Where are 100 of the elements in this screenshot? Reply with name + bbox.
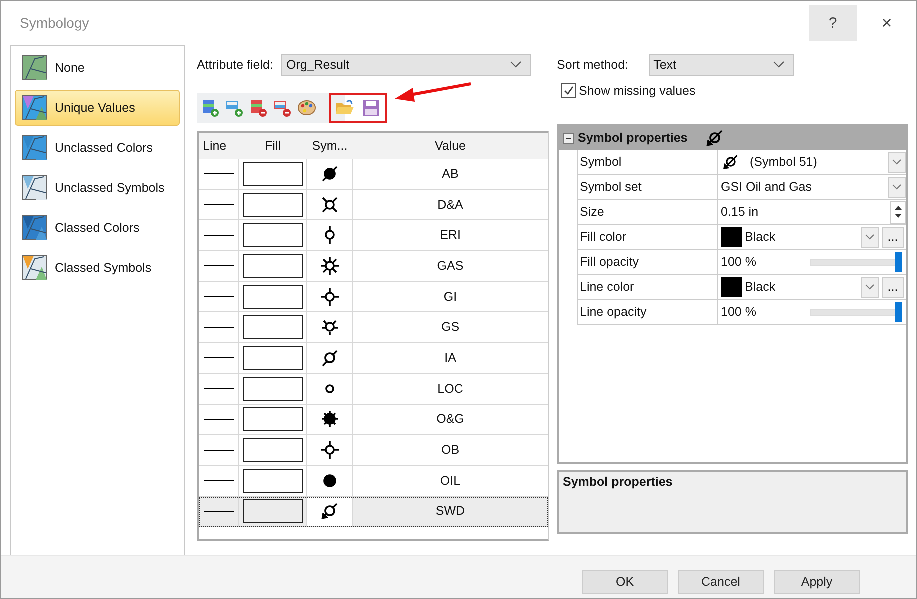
category-title: Symbol properties [578,131,688,145]
property-value: GSI Oil and Gas [721,180,814,194]
fill-sample [242,162,302,186]
table-row[interactable]: LOC [199,374,548,404]
fill-sample [242,254,302,278]
fill-sample [242,407,302,432]
line-sample [204,510,234,512]
map-icon [22,215,48,241]
property-value: (Symbol 51) [749,155,818,169]
sidebar-item[interactable]: Classed Symbols [15,250,180,286]
spin-buttons[interactable] [890,200,906,224]
column-header[interactable]: Value [353,139,548,153]
check-icon [562,84,574,96]
table-row[interactable]: GAS [199,251,548,282]
sidebar-item[interactable]: None [15,50,180,86]
attribute-field-dropdown[interactable]: Org_Result [281,54,532,76]
sort-method-dropdown[interactable]: Text [648,54,794,76]
chevron-down-icon [865,284,875,290]
value-text: D&A [438,198,464,212]
table-row[interactable]: D&A [199,190,548,220]
chevron-down-icon [510,61,522,69]
column-header[interactable]: Line [199,139,239,153]
fill-sample [242,192,302,217]
property-label: Size [578,200,718,224]
property-value: 100 % [721,305,758,319]
sidebar-item[interactable]: Classed Colors [15,210,180,246]
line-sample [204,450,234,451]
show-missing-values-checkbox[interactable]: Show missing values [561,83,911,98]
table-row[interactable]: O&G [199,404,548,436]
window-title: Symbology [20,15,90,31]
value-text: O&G [436,412,464,426]
dropdown-button[interactable] [861,226,879,248]
well-symbol-icon [320,409,340,430]
save-icon[interactable] [361,98,381,118]
value-text: LOC [438,382,464,396]
chevron-down-icon [892,159,902,165]
well-symbol-icon [320,440,340,460]
dropdown-button[interactable] [888,176,906,198]
opacity-slider[interactable] [810,252,902,272]
well-symbol-icon [320,164,340,184]
value-text: ERI [440,228,461,242]
dialog-button[interactable]: Apply [774,570,860,594]
sidebar-item[interactable]: Unique Values [15,90,180,126]
map-icon [22,255,48,281]
table-row[interactable]: AB [199,159,548,190]
fill-sample [242,438,302,462]
description-title: Symbol properties [563,475,673,489]
collapse-toggle[interactable] [563,132,574,144]
table-row[interactable]: ERI [199,220,548,252]
line-sample [204,265,234,266]
table-row[interactable]: OIL [199,466,548,497]
well-symbol-icon [320,286,340,307]
value-text: SWD [436,504,466,518]
sidebar-item[interactable]: Unclassed Symbols [15,170,180,206]
table-row[interactable]: GS [199,312,548,344]
well-symbol-icon [320,194,340,215]
more-button[interactable]: ... [882,276,904,298]
fill-sample [242,284,302,309]
table-row[interactable]: SWD [199,496,548,528]
palette-icon[interactable] [297,98,317,118]
value-text: OIL [440,474,461,488]
fill-sample [242,223,302,248]
more-button[interactable]: ... [882,226,904,248]
fill-sample [242,346,302,370]
line-sample [204,357,234,358]
line-sample [204,388,234,390]
property-label: Fill opacity [578,250,718,274]
list-icon[interactable] [201,98,221,118]
well-symbol-icon [320,256,340,276]
table-row[interactable]: IA [199,343,548,374]
dropdown-button[interactable] [861,276,879,298]
fill-sample [242,468,302,493]
slider-thumb[interactable] [895,302,902,322]
map-icon [22,175,48,201]
property-label: Fill color [578,225,718,249]
property-value: Black [745,280,777,294]
property-label: Line color [578,275,718,299]
map-icon [22,55,48,81]
chevron-down-icon [892,184,902,190]
value-text: OB [441,443,460,458]
well-symbol-icon [320,501,340,522]
column-header[interactable]: Fill [239,139,307,153]
opacity-slider[interactable] [810,302,902,322]
list-icon[interactable] [249,98,269,118]
dialog-button[interactable]: Cancel [678,570,764,594]
chevron-down-icon [772,61,785,69]
dropdown-button[interactable] [888,152,906,172]
line-sample [204,326,234,328]
column-header[interactable]: Sym... [307,139,353,153]
fill-sample [242,315,302,340]
sidebar-item[interactable]: Unclassed Colors [15,130,180,166]
slider-thumb[interactable] [895,252,902,272]
checkbox[interactable] [561,83,576,98]
dialog-button[interactable]: OK [582,570,668,594]
property-label: Symbol set [578,175,718,199]
table-row[interactable]: OB [199,435,548,466]
help-button[interactable]: ? [809,5,857,41]
close-button[interactable]: × [863,5,911,41]
attribute-field-label: Attribute field: [197,58,274,72]
table-row[interactable]: GI [199,282,548,312]
